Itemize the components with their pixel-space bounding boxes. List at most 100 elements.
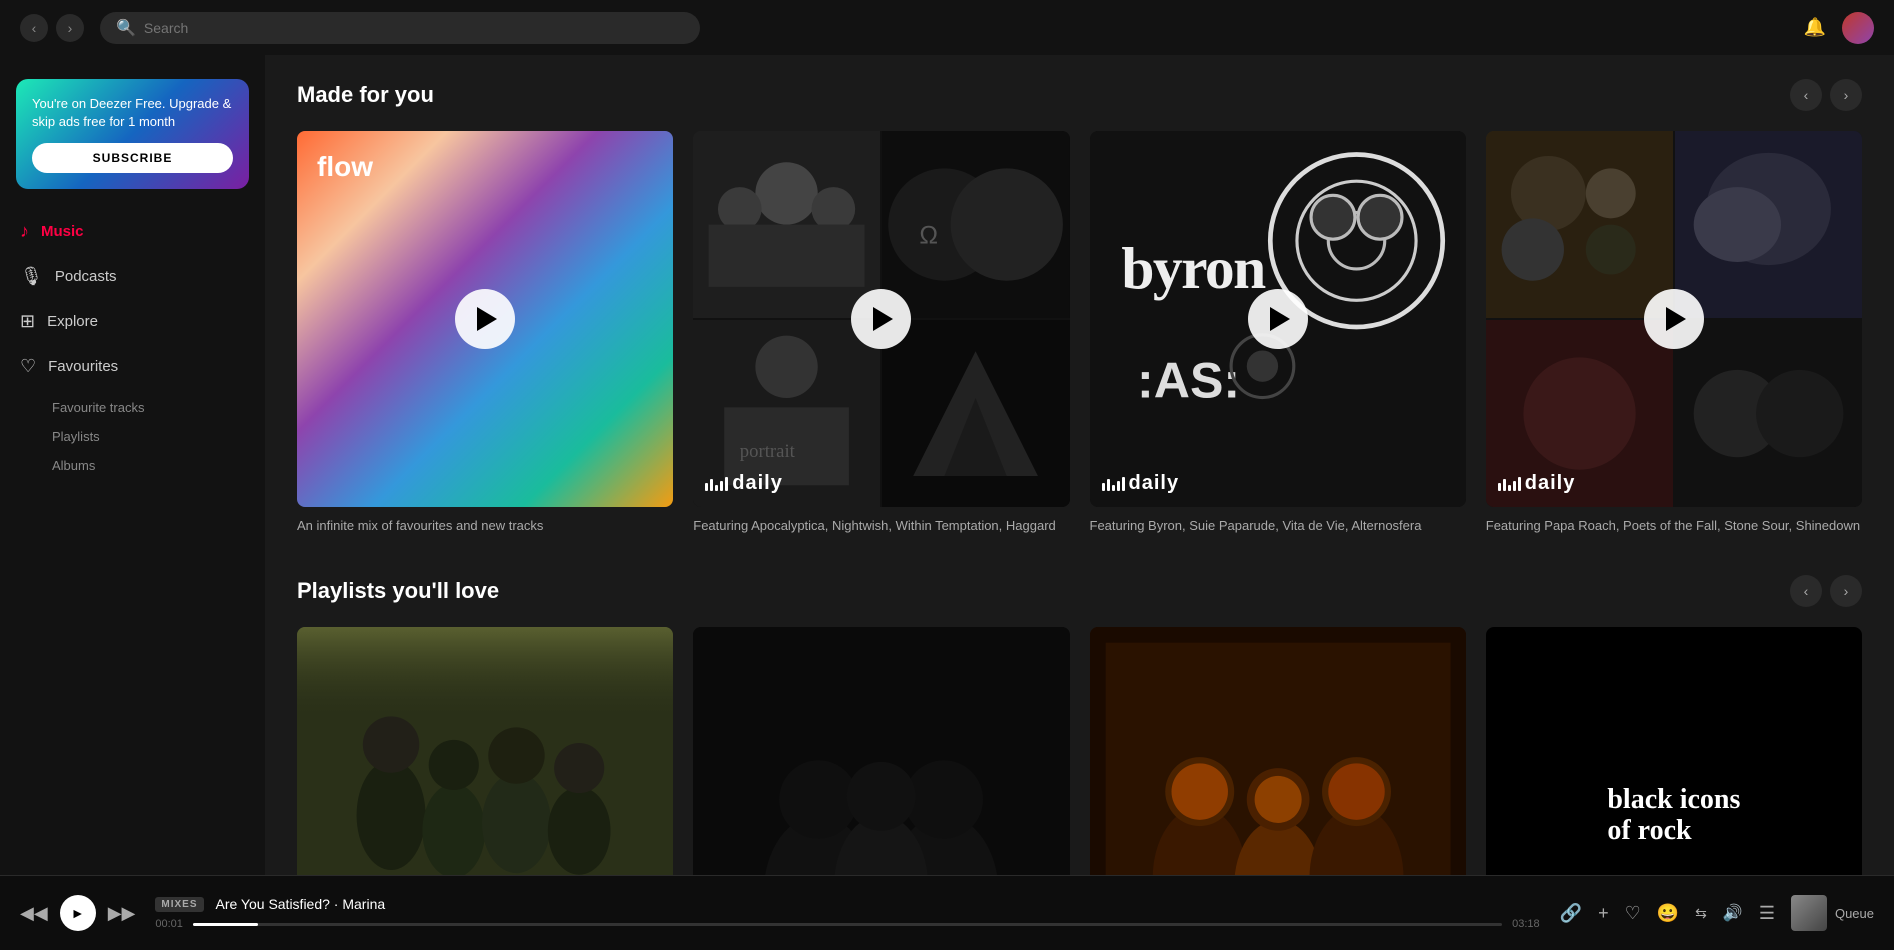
- playlists-section: Playlists you'll love ‹ ›: [297, 575, 1862, 875]
- flow-play-overlay: [297, 131, 673, 507]
- sidebar-item-label-music: Music: [41, 223, 84, 240]
- subscribe-button[interactable]: SUBSCRIBE: [32, 143, 233, 173]
- playlists-header: Playlists you'll love ‹ ›: [297, 575, 1862, 607]
- playlist2-thumb: [693, 627, 1069, 875]
- playlists-title: Playlists you'll love: [297, 578, 499, 604]
- playlist4-label: black iconsof rock: [1607, 785, 1740, 847]
- skip-forward-button[interactable]: ▶▶: [108, 903, 136, 924]
- playlist4-thumb: black iconsof rock: [1486, 627, 1862, 875]
- player-controls: ◀◀ ► ▶▶: [20, 895, 135, 931]
- track-info: MIXES Are You Satisfied? · Marina 00:01 …: [155, 896, 1539, 930]
- player-right-controls: 🔗 + ♡ 😀 ⇆ 🔊 ☰ Queue: [1560, 895, 1874, 931]
- time-total: 03:18: [1512, 918, 1540, 930]
- progress-bar[interactable]: [193, 923, 1502, 926]
- search-icon: 🔍: [116, 18, 136, 38]
- volume-button[interactable]: 🔊: [1723, 903, 1743, 923]
- sidebar-item-label-podcasts: Podcasts: [55, 268, 117, 285]
- queue-thumbnail: [1791, 895, 1827, 931]
- daily2-play-overlay: [1090, 131, 1466, 507]
- avatar[interactable]: [1842, 12, 1874, 44]
- sidebar-item-playlists[interactable]: Playlists: [52, 422, 265, 451]
- play-triangle-icon2: [873, 307, 893, 331]
- forward-button[interactable]: ›: [56, 14, 84, 42]
- daily3-card[interactable]: daily Featuring Papa Roach, Poets of the…: [1486, 131, 1862, 535]
- daily3-thumb: daily: [1486, 131, 1862, 507]
- heart-icon: ♡: [20, 356, 36, 377]
- playlist4-card[interactable]: black iconsof rock: [1486, 627, 1862, 875]
- playlist1-card[interactable]: [297, 627, 673, 875]
- made-for-you-header: Made for you ‹ ›: [297, 79, 1862, 111]
- sidebar-item-label-explore: Explore: [47, 313, 98, 330]
- sidebar-item-podcasts[interactable]: 🎙 Podcasts: [0, 254, 265, 299]
- favourite-button[interactable]: ♡: [1625, 903, 1641, 924]
- sidebar-item-favourite-tracks[interactable]: Favourite tracks: [52, 393, 265, 422]
- playlists-next-button[interactable]: ›: [1830, 575, 1862, 607]
- nav-arrows: ‹ ›: [20, 14, 84, 42]
- playlist1-thumb: [297, 627, 673, 875]
- daily3-play-button[interactable]: [1644, 289, 1704, 349]
- microphone-icon: 🎙: [20, 266, 43, 287]
- playlist3-thumb: [1090, 627, 1466, 875]
- mixes-badge: MIXES: [155, 897, 203, 912]
- playlists-prev-button[interactable]: ‹: [1790, 575, 1822, 607]
- playlists-grid: black iconsof rock: [297, 627, 1862, 875]
- promo-text: You're on Deezer Free. Upgrade & skip ad…: [32, 95, 233, 131]
- equalizer-button[interactable]: ☰: [1759, 903, 1775, 924]
- track-name: Are You Satisfied? · Marina: [216, 896, 386, 912]
- daily1-card[interactable]: Ω portrait: [693, 131, 1069, 535]
- queue-button[interactable]: Queue: [1835, 906, 1874, 921]
- add-to-playlist-button[interactable]: +: [1598, 903, 1609, 924]
- track-top: MIXES Are You Satisfied? · Marina: [155, 896, 1539, 912]
- daily1-description: Featuring Apocalyptica, Nightwish, Withi…: [693, 517, 1069, 535]
- daily1-play-button[interactable]: [851, 289, 911, 349]
- notification-icon[interactable]: 🔔: [1804, 17, 1826, 38]
- daily2-play-button[interactable]: [1248, 289, 1308, 349]
- made-for-you-grid: flow An infinite mix of favourites and n…: [297, 131, 1862, 535]
- queue-area: Queue: [1791, 895, 1874, 931]
- daily2-thumb: byron :AS:: [1090, 131, 1466, 507]
- sidebar-item-explore[interactable]: ⊞ Explore: [0, 299, 265, 344]
- made-for-you-prev-button[interactable]: ‹: [1790, 79, 1822, 111]
- flow-thumb: flow: [297, 131, 673, 507]
- play-triangle-icon3: [1270, 307, 1290, 331]
- flow-card[interactable]: flow An infinite mix of favourites and n…: [297, 131, 673, 535]
- flow-play-button[interactable]: [455, 289, 515, 349]
- made-for-you-section: Made for you ‹ › flow: [297, 79, 1862, 535]
- sidebar-item-favourites[interactable]: ♡ Favourites: [0, 344, 265, 389]
- play-pause-button[interactable]: ►: [60, 895, 96, 931]
- search-bar: 🔍: [100, 12, 700, 44]
- shuffle-button[interactable]: ⇆: [1695, 905, 1707, 922]
- play-triangle-icon: [477, 307, 497, 331]
- time-current: 00:01: [155, 918, 183, 930]
- made-for-you-title: Made for you: [297, 82, 434, 108]
- search-input[interactable]: [144, 20, 684, 36]
- playlist3-card[interactable]: [1090, 627, 1466, 875]
- sidebar-item-music[interactable]: ♪ Music: [0, 209, 265, 254]
- music-icon: ♪: [20, 221, 29, 242]
- daily3-play-overlay: [1486, 131, 1862, 507]
- back-button[interactable]: ‹: [20, 14, 48, 42]
- sidebar-item-albums[interactable]: Albums: [52, 451, 265, 480]
- playlist2-card[interactable]: [693, 627, 1069, 875]
- sidebar-item-label-favourites: Favourites: [48, 358, 118, 375]
- link-icon-button[interactable]: 🔗: [1560, 903, 1582, 924]
- content-area: Made for you ‹ › flow: [265, 55, 1894, 875]
- daily2-card[interactable]: byron :AS:: [1090, 131, 1466, 535]
- bottom-bar: ◀◀ ► ▶▶ MIXES Are You Satisfied? · Marin…: [0, 875, 1894, 950]
- top-bar: ‹ › 🔍 🔔: [0, 0, 1894, 55]
- explore-icon: ⊞: [20, 311, 35, 332]
- made-for-you-nav: ‹ ›: [1790, 79, 1862, 111]
- top-right-controls: 🔔: [1804, 12, 1874, 44]
- sidebar: You're on Deezer Free. Upgrade & skip ad…: [0, 55, 265, 875]
- emoji-button[interactable]: 😀: [1657, 903, 1679, 924]
- main-layout: You're on Deezer Free. Upgrade & skip ad…: [0, 55, 1894, 875]
- playlists-nav: ‹ ›: [1790, 575, 1862, 607]
- sub-nav: Favourite tracks Playlists Albums: [0, 389, 265, 484]
- promo-card: You're on Deezer Free. Upgrade & skip ad…: [16, 79, 249, 189]
- made-for-you-next-button[interactable]: ›: [1830, 79, 1862, 111]
- daily1-play-overlay: [693, 131, 1069, 507]
- progress-fill: [193, 923, 258, 926]
- daily1-thumb: Ω portrait: [693, 131, 1069, 507]
- play-triangle-icon4: [1666, 307, 1686, 331]
- skip-back-button[interactable]: ◀◀: [20, 903, 48, 924]
